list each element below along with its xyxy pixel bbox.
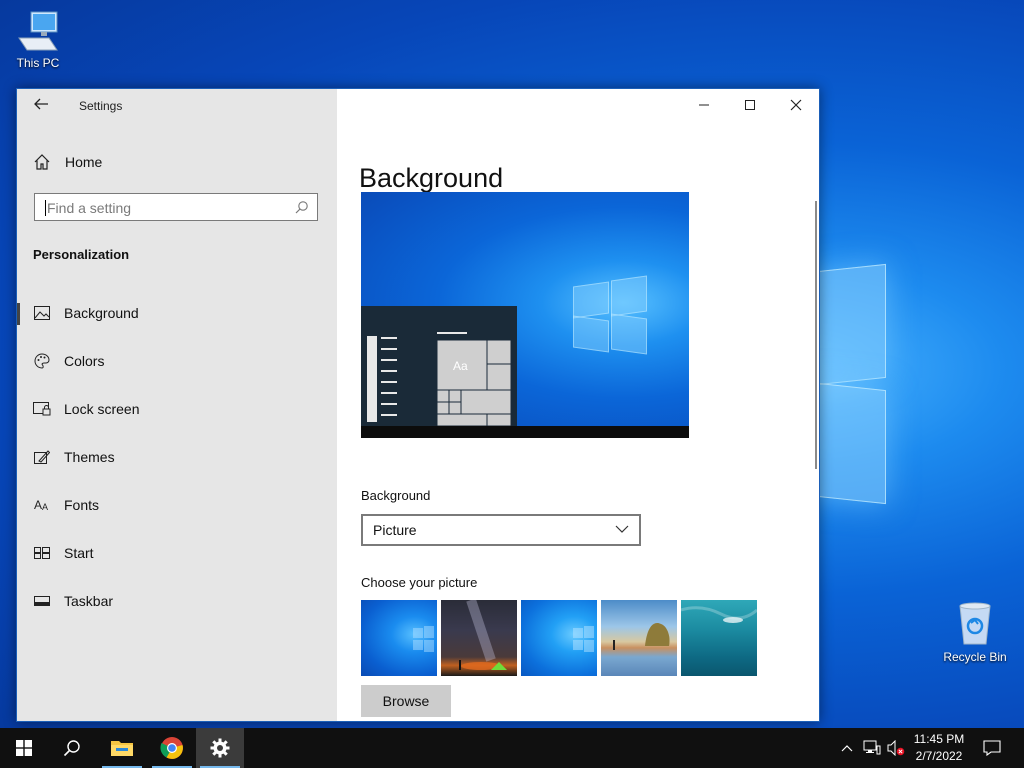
desktop-icon-recycle-bin[interactable]: Recycle Bin [939, 600, 1011, 664]
back-arrow-icon [34, 98, 48, 110]
picture-thumbnail[interactable] [601, 600, 677, 676]
windows-start-icon [16, 740, 32, 756]
settings-window: Settings Home Personalization Background… [16, 88, 820, 722]
sidebar-item-label: Start [64, 545, 94, 561]
background-preview: Aa [361, 192, 689, 438]
close-button[interactable] [773, 91, 819, 121]
search-box[interactable] [34, 193, 318, 221]
nav-list: Background Colors Lock screen Themes AA … [17, 289, 337, 625]
sidebar-item-label: Colors [64, 353, 105, 369]
chrome-button[interactable] [148, 728, 196, 768]
sidebar-item-label: Lock screen [64, 401, 140, 417]
taskbar: 11:45 PM 2/7/2022 [0, 728, 1024, 768]
desktop-icon-label: Recycle Bin [943, 650, 1007, 664]
notification-icon [983, 740, 1001, 756]
preview-tile-text: Aa [453, 359, 468, 373]
lock-screen-icon [33, 400, 51, 418]
system-clock[interactable]: 11:45 PM 2/7/2022 [906, 731, 972, 765]
choose-picture-label: Choose your picture [361, 575, 478, 590]
minimize-icon [699, 104, 709, 106]
background-type-label: Background [361, 488, 431, 503]
maximize-button[interactable] [727, 91, 773, 121]
search-button[interactable] [48, 728, 96, 768]
search-icon [63, 740, 80, 757]
sidebar-item-themes[interactable]: Themes [17, 433, 337, 481]
picture-thumbnail[interactable] [441, 600, 517, 676]
svg-text:A: A [34, 498, 42, 512]
taskbar-icon [33, 592, 51, 610]
search-input[interactable] [45, 199, 289, 217]
picture-thumbnail[interactable] [681, 600, 757, 676]
recycle-bin-icon [959, 602, 991, 645]
close-icon [790, 99, 802, 111]
desktop-icon-this-pc[interactable]: This PC [2, 8, 74, 70]
nav-home-label: Home [65, 154, 103, 170]
browse-button[interactable]: Browse [361, 685, 451, 717]
picture-thumbnails [361, 600, 757, 676]
chrome-icon [160, 737, 183, 759]
sidebar: Settings Home Personalization Background… [17, 89, 337, 721]
palette-icon [33, 352, 51, 370]
picture-thumbnail[interactable] [521, 600, 597, 676]
sidebar-item-label: Themes [64, 449, 115, 465]
preview-taskbar [361, 426, 689, 438]
sidebar-item-label: Background [64, 305, 139, 321]
home-icon [34, 154, 50, 170]
back-button[interactable] [33, 95, 57, 117]
file-explorer-icon [111, 741, 133, 756]
volume-button[interactable] [884, 728, 908, 768]
sidebar-item-colors[interactable]: Colors [17, 337, 337, 385]
minimize-button[interactable] [681, 91, 727, 121]
desktop-wallpaper-logo [808, 263, 888, 505]
svg-text:A: A [42, 502, 48, 512]
themes-icon [33, 448, 51, 466]
start-icon [33, 544, 51, 562]
start-button[interactable] [0, 728, 48, 768]
image-icon [33, 304, 51, 322]
sidebar-item-lock-screen[interactable]: Lock screen [17, 385, 337, 433]
scrollbar[interactable] [815, 201, 817, 469]
volume-muted-icon [887, 740, 905, 756]
settings-taskbar-button[interactable] [196, 728, 244, 768]
sidebar-item-fonts[interactable]: AA Fonts [17, 481, 337, 529]
clock-date: 2/7/2022 [915, 749, 963, 763]
sidebar-item-label: Taskbar [64, 593, 114, 609]
file-explorer-button[interactable] [98, 728, 146, 768]
sidebar-item-background[interactable]: Background [17, 289, 337, 337]
network-button[interactable] [860, 728, 884, 768]
sidebar-item-start[interactable]: Start [17, 529, 337, 577]
picture-thumbnail[interactable] [361, 600, 437, 676]
section-title: Personalization [33, 247, 130, 262]
background-type-select[interactable]: Picture [361, 514, 641, 546]
text-caret [45, 200, 46, 216]
chevron-down-icon [615, 525, 629, 533]
desktop-icon-partial [0, 156, 16, 174]
preview-start-menu: Aa [361, 306, 517, 428]
clock-time: 11:45 PM [913, 732, 965, 746]
search-icon [295, 201, 308, 214]
desktop-icon-label: This PC [16, 56, 60, 70]
action-center-button[interactable] [976, 728, 1008, 768]
show-hidden-icons-button[interactable] [836, 728, 858, 768]
settings-gear-icon [210, 738, 230, 758]
sidebar-item-taskbar[interactable]: Taskbar [17, 577, 337, 625]
sidebar-item-label: Fonts [64, 497, 100, 513]
window-title: Settings [79, 99, 123, 113]
nav-home[interactable]: Home [33, 149, 102, 175]
content-pane: Background Aa Background Picture Choose … [337, 89, 819, 721]
maximize-icon [745, 100, 755, 110]
background-type-value: Picture [373, 522, 417, 538]
network-icon [863, 740, 881, 755]
chevron-up-icon [841, 745, 853, 752]
page-title: Background [359, 163, 504, 194]
computer-icon [18, 11, 58, 51]
fonts-icon: AA [33, 496, 51, 514]
